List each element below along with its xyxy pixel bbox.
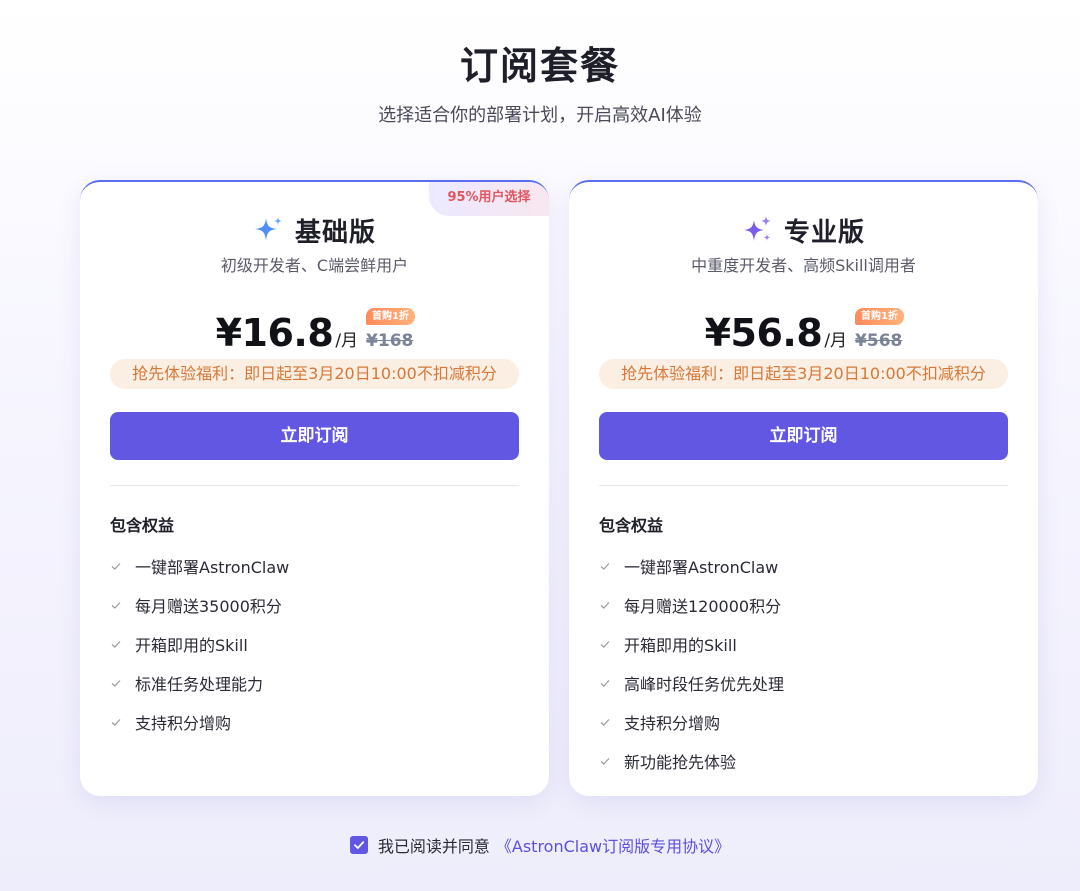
plan-header: 专业版 xyxy=(569,210,1038,250)
benefit-banner: 抢先体验福利：即日起至3月20日10:00不扣减积分 xyxy=(110,359,519,389)
agreement-text: 我已阅读并同意 xyxy=(377,837,490,856)
plan-card-pro: 专业版 中重度开发者、高频Skill调用者 ¥56.8 /月 首购1折 ¥568… xyxy=(569,180,1038,796)
price-unit: /月 xyxy=(335,331,359,351)
discount-tag: 首购1折 xyxy=(855,308,905,325)
check-icon xyxy=(600,562,610,570)
check-icon xyxy=(600,640,610,648)
plan-name: 基础版 xyxy=(294,217,376,248)
check-icon xyxy=(600,718,610,726)
original-price: ¥168 xyxy=(366,331,414,351)
check-icon xyxy=(111,679,121,687)
page-subtitle: 选择适合你的部署计划，开启高效AI体验 xyxy=(378,105,702,126)
sparkle-icon xyxy=(254,217,282,241)
feature-label: 每月赠送120000积分 xyxy=(624,596,782,616)
feature-item: 每月赠送35000积分 xyxy=(110,585,289,624)
feature-item: 开箱即用的Skill xyxy=(110,624,289,663)
check-icon xyxy=(111,562,121,570)
benefit-banner: 抢先体验福利：即日起至3月20日10:00不扣减积分 xyxy=(599,359,1008,389)
check-icon xyxy=(111,601,121,609)
check-icon xyxy=(111,718,121,726)
subscribe-button-basic[interactable]: 立即订阅 xyxy=(110,412,519,460)
feature-label: 开箱即用的Skill xyxy=(135,635,248,655)
feature-label: 一键部署AstronClaw xyxy=(135,557,290,577)
price-side: 首购1折 ¥568 xyxy=(855,308,905,354)
feature-item: 开箱即用的Skill xyxy=(599,624,784,663)
feature-label: 一键部署AstronClaw xyxy=(624,557,779,577)
check-icon xyxy=(111,640,121,648)
feature-item: 一键部署AstronClaw xyxy=(599,546,784,585)
plan-name: 专业版 xyxy=(783,217,865,248)
plan-description: 中重度开发者、高频Skill调用者 xyxy=(691,256,916,275)
price-side: 首购1折 ¥168 xyxy=(366,308,416,354)
plan-header: 基础版 xyxy=(80,210,549,250)
plan-card-basic: 95%用户选择 基础版 初级开发者、C端尝鲜用户 ¥16.8 /月 首购1折 ¥… xyxy=(80,180,549,796)
plan-description: 初级开发者、C端尝鲜用户 xyxy=(220,256,409,275)
agreement-row: 我已阅读并同意 《AstronClaw订阅版专用协议》 xyxy=(0,833,1080,857)
feature-item: 标准任务处理能力 xyxy=(110,663,289,702)
agreement-link[interactable]: 《AstronClaw订阅版专用协议》 xyxy=(496,833,730,857)
subscribe-button-pro[interactable]: 立即订阅 xyxy=(599,412,1008,460)
feature-item: 高峰时段任务优先处理 xyxy=(599,663,784,702)
features-title: 包含权益 xyxy=(599,516,664,535)
discount-tag: 首购1折 xyxy=(366,308,416,325)
feature-label: 新功能抢先体验 xyxy=(624,752,737,772)
feature-item: 新功能抢先体验 xyxy=(599,741,784,780)
sparkles-icon xyxy=(743,216,771,241)
price-value: ¥16.8 xyxy=(215,311,334,355)
check-icon xyxy=(600,757,610,765)
price-row: ¥16.8 /月 首购1折 ¥168 xyxy=(80,308,549,355)
features-title: 包含权益 xyxy=(110,516,175,535)
feature-label: 标准任务处理能力 xyxy=(135,674,264,694)
checkmark-icon xyxy=(353,841,364,849)
price-unit: /月 xyxy=(824,331,848,351)
feature-label: 每月赠送35000积分 xyxy=(135,596,282,616)
price-row: ¥56.8 /月 首购1折 ¥568 xyxy=(569,308,1038,355)
original-price: ¥568 xyxy=(855,331,903,351)
agreement-checkbox[interactable] xyxy=(349,836,368,854)
divider xyxy=(110,485,519,486)
feature-label: 支持积分增购 xyxy=(135,713,232,733)
page-title: 订阅套餐 xyxy=(459,44,620,88)
features-list: 一键部署AstronClaw 每月赠送120000积分 开箱即用的Skill 高… xyxy=(599,546,784,780)
feature-item: 支持积分增购 xyxy=(110,702,289,741)
check-icon xyxy=(600,679,610,687)
feature-label: 高峰时段任务优先处理 xyxy=(624,674,785,694)
feature-label: 支持积分增购 xyxy=(624,713,721,733)
features-list: 一键部署AstronClaw 每月赠送35000积分 开箱即用的Skill 标准… xyxy=(110,546,289,741)
divider xyxy=(599,485,1008,486)
feature-item: 支持积分增购 xyxy=(599,702,784,741)
feature-item: 一键部署AstronClaw xyxy=(110,546,289,585)
feature-item: 每月赠送120000积分 xyxy=(599,585,784,624)
price-value: ¥56.8 xyxy=(704,311,823,355)
feature-label: 开箱即用的Skill xyxy=(624,635,737,655)
check-icon xyxy=(600,601,610,609)
